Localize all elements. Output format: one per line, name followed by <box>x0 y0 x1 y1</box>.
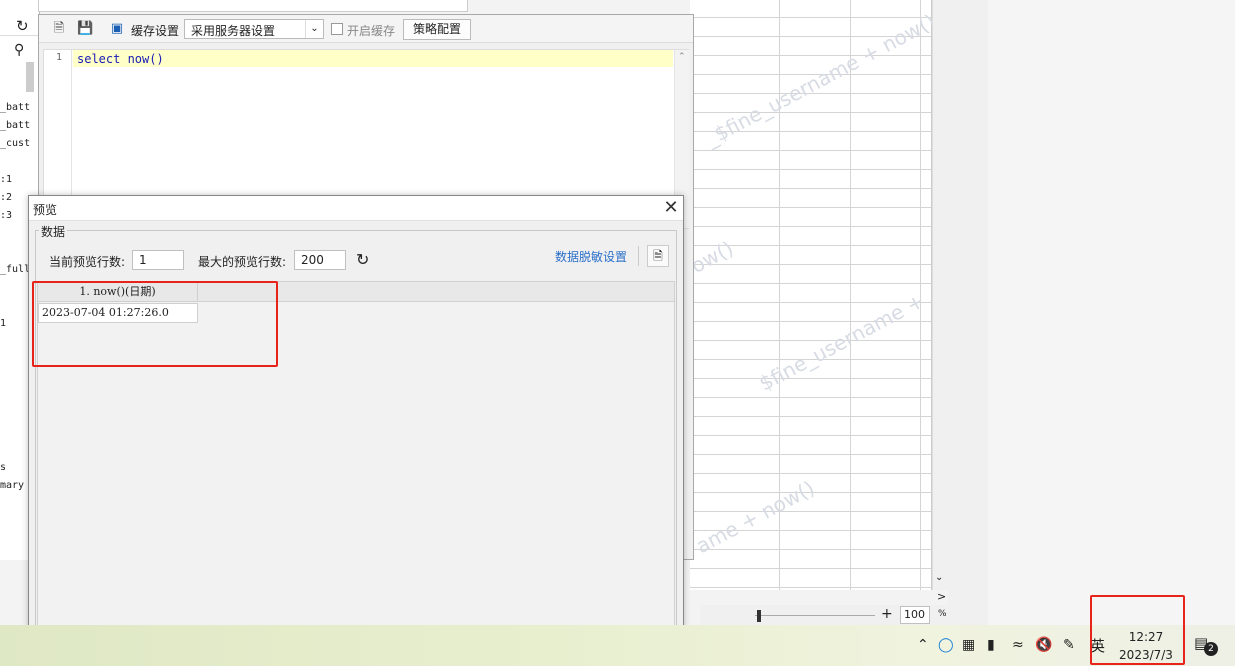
zoom-bar: + 100 % <box>700 605 948 625</box>
cache-settings-label: 缓存设置 <box>131 24 180 38</box>
spreadsheet-grid[interactable]: _$fine_username + now() ow() $fine_usern… <box>686 0 939 590</box>
tree-item[interactable]: _full <box>0 264 30 275</box>
data-group-label: 数据 <box>39 223 68 240</box>
wifi-icon[interactable]: ≈ <box>1012 637 1024 653</box>
desktop-area <box>988 0 1235 625</box>
watermark-text: ow() <box>686 236 738 278</box>
policy-config-button[interactable]: 策略配置 <box>403 19 471 40</box>
camera-icon[interactable]: ▦ <box>962 637 975 653</box>
watermark-text: ame + now() <box>691 475 819 559</box>
editor-toolbar: 🗎 💾 ▣ 缓存设置 采用服务器设置 ⌄ 开启缓存 策略配置 <box>39 15 693 43</box>
chevron-up-icon[interactable]: ⌃ <box>917 637 929 653</box>
close-icon[interactable]: ✕ <box>661 198 681 218</box>
scroll-up-icon[interactable]: ⌃ <box>678 52 686 62</box>
dialog-titlebar <box>29 196 683 221</box>
search-icon[interactable]: ⚲ <box>14 42 24 58</box>
tree-item[interactable]: mary <box>0 480 24 491</box>
battery-icon[interactable]: ▮ <box>987 637 995 653</box>
watermark-text: _$fine_username + now() <box>701 9 940 151</box>
tree-scrollbar-thumb[interactable] <box>26 62 34 92</box>
sheet-vertical-scrollbar[interactable]: ⌄ > <box>932 0 948 603</box>
tree-item[interactable]: _cust <box>0 138 30 149</box>
tree-item[interactable]: :1 <box>0 174 12 185</box>
current-rows-input[interactable]: 1 <box>132 250 184 270</box>
volume-muted-icon[interactable]: 🔇 <box>1035 637 1052 653</box>
current-rows-label: 当前预览行数: <box>49 255 126 269</box>
cache-mode-select[interactable]: 采用服务器设置 ⌄ <box>184 19 324 39</box>
line-number: 1 <box>56 52 63 63</box>
scroll-down-icon[interactable]: ⌄ <box>935 572 943 583</box>
taskbar: ⌃ ◯ ▦ ▮ ≈ 🔇 ✎ 英 12:27 2023/7/3 ▤ 2 <box>0 625 1235 666</box>
preview-icon[interactable]: 🗎 <box>51 21 67 37</box>
save-icon[interactable]: 💾 <box>77 21 93 37</box>
refresh-icon[interactable]: ↻ <box>356 250 369 269</box>
tree-item[interactable]: :3 <box>0 210 12 221</box>
zoom-in-icon[interactable]: + <box>881 606 893 622</box>
data-masking-settings-link[interactable]: 数据脱敏设置 <box>555 248 627 265</box>
watermark-text: $fine_username + <box>755 288 929 396</box>
chevron-down-icon[interactable]: ⌄ <box>305 20 323 38</box>
notification-icon[interactable]: ▤ 2 <box>1194 634 1220 656</box>
max-rows-label: 最大的预览行数: <box>198 255 287 269</box>
export-icon[interactable]: 🗎 <box>647 245 669 267</box>
top-input-strip[interactable] <box>38 0 468 12</box>
refresh-icon[interactable]: ↻ <box>16 17 29 35</box>
zoom-slider-track[interactable] <box>755 615 875 616</box>
cache-settings-icon: ▣ <box>110 21 124 36</box>
side-panel <box>948 0 988 625</box>
zoom-unit: % <box>938 609 947 619</box>
sql-text[interactable]: select now() <box>77 52 164 66</box>
assistant-icon[interactable]: ◯ <box>938 637 954 653</box>
divider <box>638 246 639 266</box>
notification-count: 2 <box>1204 642 1218 656</box>
tree-item[interactable]: 1 <box>0 318 6 329</box>
enable-cache-label: 开启缓存 <box>347 24 396 38</box>
highlight-box-clock <box>1090 595 1185 665</box>
zoom-input[interactable]: 100 <box>900 606 930 624</box>
tree-item[interactable]: :2 <box>0 192 12 203</box>
scroll-right-icon[interactable]: > <box>937 590 946 603</box>
tree-item[interactable]: _batt <box>0 120 30 131</box>
tree-item[interactable]: _batt <box>0 102 30 113</box>
preview-dialog: 预览 ✕ 数据 当前预览行数: 1 最大的预览行数: 200 ↻ 数据脱敏设置 … <box>28 195 684 635</box>
enable-cache-checkbox[interactable] <box>331 23 343 35</box>
dialog-title: 预览 <box>33 203 58 217</box>
zoom-slider-thumb[interactable] <box>757 610 761 622</box>
cache-mode-value: 采用服务器设置 <box>191 24 276 38</box>
max-rows-input[interactable]: 200 <box>294 250 346 270</box>
pen-icon[interactable]: ✎ <box>1063 637 1075 653</box>
tree-item[interactable]: s <box>0 462 6 473</box>
highlight-box-result <box>32 281 278 367</box>
